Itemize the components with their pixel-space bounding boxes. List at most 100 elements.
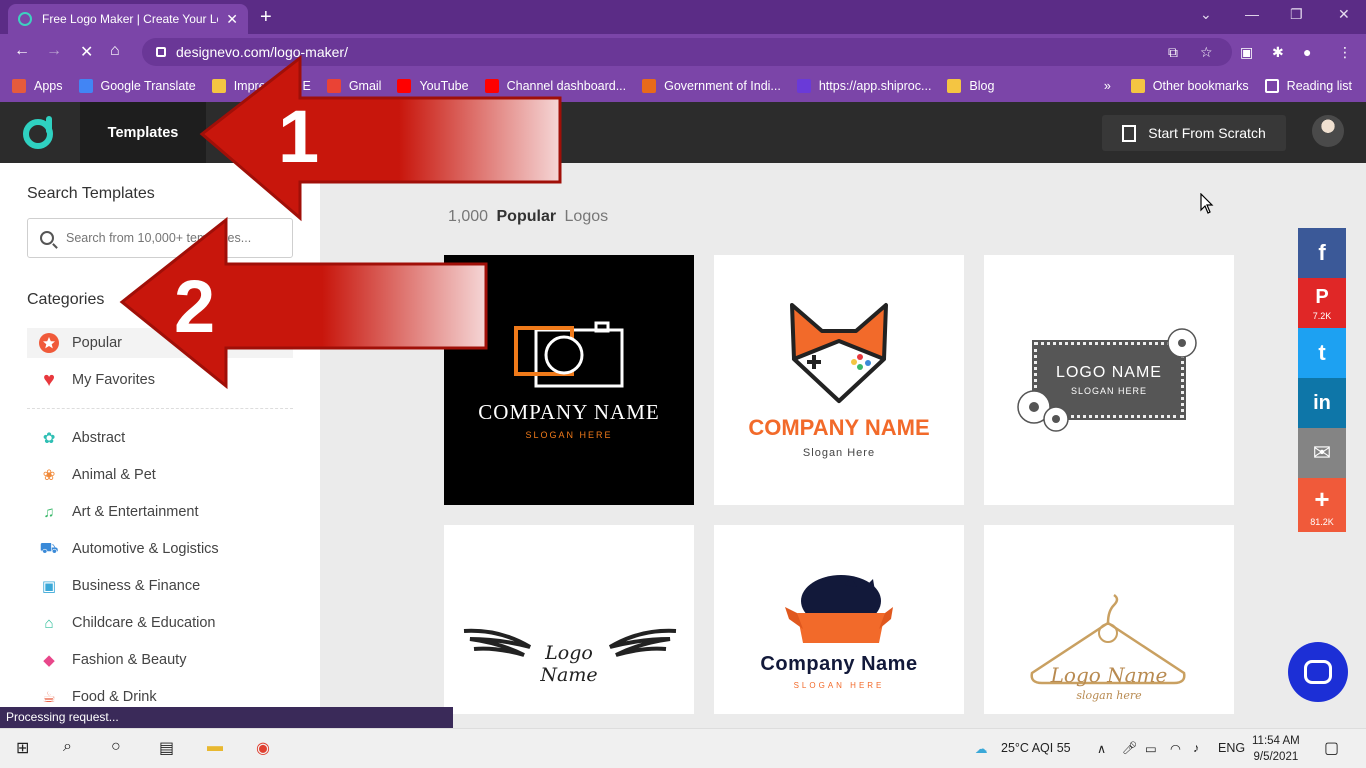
folder-icon bbox=[947, 79, 962, 93]
puzzle-extensions-icon[interactable]: ✱ bbox=[1272, 44, 1284, 61]
email-icon: ✉ bbox=[1312, 440, 1332, 465]
clock[interactable]: 11:54 AM 9/5/2021 bbox=[1252, 733, 1300, 765]
logo-template-card[interactable]: COMPANY NAME Slogan Here bbox=[714, 255, 964, 505]
designevo-logo-icon[interactable] bbox=[22, 114, 58, 150]
bookmark-label: Google Translate bbox=[100, 79, 196, 93]
other-bookmarks[interactable]: Other bookmarks bbox=[1130, 79, 1249, 93]
category-art-entertainment[interactable]: ♫ Art & Entertainment bbox=[27, 497, 293, 527]
logo-company-name: Logo Name bbox=[540, 642, 598, 686]
cortana-icon[interactable]: ○ bbox=[111, 738, 121, 756]
share-linkedin-button[interactable]: in bbox=[1298, 378, 1346, 428]
more-bookmarks-icon[interactable]: » bbox=[1104, 79, 1111, 93]
task-view-icon[interactable]: ▤ bbox=[159, 738, 174, 758]
bookmark-item[interactable]: https://app.shiproc... bbox=[796, 79, 931, 93]
stop-loading-icon[interactable]: ✕ bbox=[80, 42, 93, 62]
menu-kebab-icon[interactable]: ⋮ bbox=[1338, 44, 1352, 61]
logo-template-card[interactable]: Company Name SLOGAN HERE bbox=[714, 525, 964, 714]
close-window-icon[interactable]: ✕ bbox=[1338, 6, 1350, 23]
browser-tab[interactable]: Free Logo Maker | Create Your Lo ✕ bbox=[8, 4, 248, 34]
share-pinterest-button[interactable]: P 7.2K bbox=[1298, 278, 1346, 328]
bookmark-label: Apps bbox=[34, 79, 63, 93]
translate-icon bbox=[78, 79, 93, 93]
category-childcare-education[interactable]: ⌂ Childcare & Education bbox=[27, 608, 293, 638]
flower-cluster-icon bbox=[1017, 390, 1069, 432]
category-abstract[interactable]: ✿ Abstract bbox=[27, 423, 293, 453]
pinterest-icon: P bbox=[1315, 285, 1329, 308]
wifi-icon[interactable]: ◠ bbox=[1170, 741, 1181, 756]
start-from-scratch-label: Start From Scratch bbox=[1148, 125, 1266, 141]
close-tab-icon[interactable]: ✕ bbox=[226, 11, 238, 28]
reading-list[interactable]: Reading list bbox=[1264, 79, 1352, 93]
reading-list-label: Reading list bbox=[1286, 79, 1352, 93]
volume-icon[interactable]: ♪ bbox=[1193, 741, 1199, 755]
user-avatar[interactable] bbox=[1312, 115, 1344, 147]
category-fashion-beauty[interactable]: ◆ Fashion & Beauty bbox=[27, 645, 293, 675]
bookmark-star-icon[interactable]: ☆ bbox=[1200, 44, 1213, 61]
restore-icon[interactable]: ❐ bbox=[1290, 6, 1303, 23]
live-chat-button[interactable] bbox=[1288, 642, 1348, 702]
logo-slogan: SLOGAN HERE bbox=[525, 430, 613, 440]
category-label: Childcare & Education bbox=[72, 615, 216, 631]
logo-company-name: Logo Name bbox=[1050, 663, 1168, 687]
bookmark-item[interactable]: Apps bbox=[12, 79, 63, 93]
weather-icon: ☁ bbox=[975, 742, 988, 756]
weather-text[interactable]: 25°C AQI 55 bbox=[1001, 741, 1071, 755]
fox-logo-icon bbox=[790, 303, 888, 403]
notifications-icon[interactable]: ▢ bbox=[1324, 738, 1339, 758]
start-from-scratch-button[interactable]: Start From Scratch bbox=[1102, 115, 1286, 151]
templates-nav[interactable]: Templates bbox=[80, 102, 206, 163]
minimize-icon[interactable]: — bbox=[1245, 6, 1259, 22]
annotation-arrow-2: 2 bbox=[119, 216, 488, 390]
share-facebook-button[interactable]: f bbox=[1298, 228, 1346, 278]
arrow-1-number: 1 bbox=[278, 95, 319, 178]
tab-search-icon[interactable]: ⌄ bbox=[1200, 6, 1212, 23]
category-label: Fashion & Beauty bbox=[72, 652, 187, 668]
search-icon bbox=[40, 231, 54, 245]
cat-in-box-logo-icon bbox=[785, 575, 893, 643]
logo-template-card[interactable]: Logo Name bbox=[444, 525, 694, 714]
logo-template-card[interactable]: LOGO NAME SLOGAN HERE bbox=[984, 255, 1234, 505]
paw-icon: ❀ bbox=[42, 467, 56, 484]
logo-template-card[interactable]: Logo Name slogan here bbox=[984, 525, 1234, 714]
briefcase-icon: ▣ bbox=[41, 578, 57, 595]
windows-taskbar: ⊞ ⌕ ○ ▤ ▬ ◉ ☁ 25°C AQI 55 ∧ 🎤︎ ▭ ◠ ♪ ENG… bbox=[0, 728, 1366, 768]
heart-icon: ♥ bbox=[43, 368, 55, 391]
share-twitter-button[interactable]: t bbox=[1298, 328, 1346, 378]
microphone-icon[interactable]: 🎤︎ bbox=[1122, 741, 1138, 756]
new-tab-icon[interactable]: + bbox=[260, 6, 272, 29]
logo-company-name: Company Name bbox=[760, 653, 918, 675]
share-email-button[interactable]: ✉ bbox=[1298, 428, 1346, 478]
profile-icon[interactable]: ● bbox=[1303, 44, 1311, 60]
language-indicator[interactable]: ENG bbox=[1218, 741, 1245, 755]
file-explorer-icon[interactable]: ▬ bbox=[207, 738, 223, 756]
chrome-icon[interactable]: ◉ bbox=[256, 738, 270, 758]
mouse-cursor-icon bbox=[1200, 193, 1214, 214]
share-more-button[interactable]: +81.2K bbox=[1298, 478, 1346, 532]
folder-icon bbox=[1130, 79, 1145, 93]
search-taskbar-icon[interactable]: ⌕ bbox=[63, 738, 72, 756]
windows-start-icon[interactable]: ⊞ bbox=[16, 738, 29, 758]
bookmark-item[interactable]: Government of Indi... bbox=[642, 79, 781, 93]
category-business-finance[interactable]: ▣ Business & Finance bbox=[27, 571, 293, 601]
category-animal-pet[interactable]: ❀ Animal & Pet bbox=[27, 460, 293, 490]
count-suffix: Logos bbox=[564, 208, 609, 225]
translate-page-icon[interactable]: ⧉ bbox=[1168, 44, 1178, 61]
battery-icon[interactable]: ▭ bbox=[1145, 741, 1157, 756]
tray-chevron-icon[interactable]: ∧ bbox=[1097, 741, 1106, 756]
bookmark-item[interactable]: Blog bbox=[947, 79, 994, 93]
extension-icon[interactable]: ▣ bbox=[1240, 44, 1253, 61]
category-automotive-logistics[interactable]: ⛟ Automotive & Logistics bbox=[27, 534, 293, 564]
category-label: Food & Drink bbox=[72, 689, 157, 705]
linkedin-icon: in bbox=[1313, 391, 1331, 414]
bookmark-item[interactable]: Google Translate bbox=[78, 79, 196, 93]
facebook-icon: f bbox=[1318, 240, 1326, 265]
clock-time: 11:54 AM bbox=[1252, 735, 1300, 747]
emblem-icon bbox=[642, 79, 657, 93]
logo-slogan: slogan here bbox=[1076, 689, 1142, 702]
category-divider bbox=[27, 408, 293, 409]
home-icon[interactable]: ⌂ bbox=[110, 42, 120, 60]
back-icon[interactable]: ← bbox=[14, 42, 30, 60]
forward-icon[interactable]: → bbox=[46, 42, 62, 60]
document-icon bbox=[1122, 124, 1137, 142]
category-label: Abstract bbox=[72, 430, 126, 446]
